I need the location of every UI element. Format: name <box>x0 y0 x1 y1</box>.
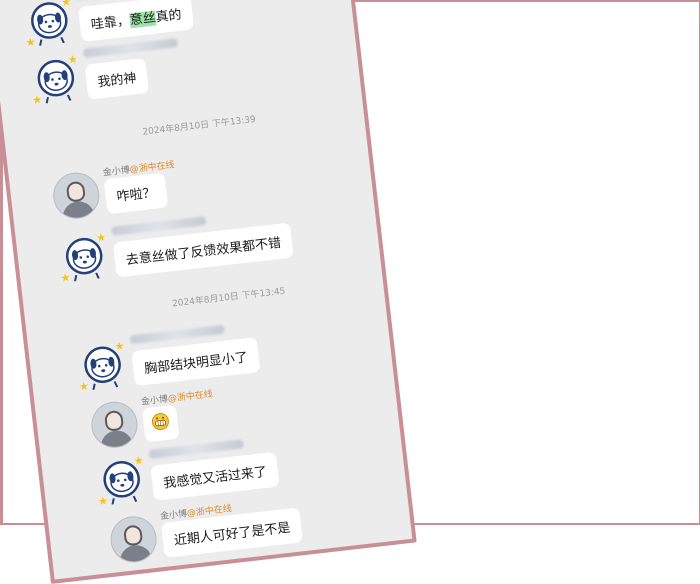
message-text: 真的 <box>155 8 183 26</box>
star-icon: ★ <box>78 380 89 392</box>
timestamp: 2024年8月10日 下午13:45 <box>171 284 286 310</box>
star-icon: ★ <box>61 0 72 8</box>
message-bubble[interactable]: 胸部结块明显小了 <box>131 337 260 386</box>
message-text: 我的神 <box>97 71 137 90</box>
message-text: 哇靠， <box>90 13 130 32</box>
user-avatar[interactable] <box>51 170 102 221</box>
user-avatar[interactable] <box>108 514 159 565</box>
sender-name-blurred <box>83 38 178 58</box>
star-icon: ★ <box>60 272 71 284</box>
star-icon: ★ <box>96 232 107 244</box>
highlighted-text: 意丝 <box>129 11 157 29</box>
sender-tag: @浙中在线 <box>167 389 213 404</box>
sender-name[interactable]: 金小博@浙中在线 <box>140 387 213 408</box>
grinning-face-icon <box>150 412 170 432</box>
message-bubble[interactable]: 咋啦？ <box>104 173 169 215</box>
star-icon: ★ <box>67 54 78 66</box>
message-text: 胸部结块明显小了 <box>144 350 249 377</box>
star-icon: ★ <box>32 94 43 106</box>
message-bubble[interactable] <box>142 405 180 443</box>
chat-screen: ★ ★ 哇靠，意丝真的 ★ ★ 我的神 <box>0 0 417 584</box>
star-icon: ★ <box>114 340 125 352</box>
message-text: 我感觉又活过来了 <box>163 465 268 492</box>
message-bubble[interactable]: 我感觉又活过来了 <box>150 452 279 501</box>
user-avatar[interactable] <box>89 399 140 450</box>
message-text: 去意丝做了反馈效果都不错 <box>125 236 282 269</box>
message-text: 咋啦？ <box>116 186 156 205</box>
timestamp: 2024年8月10日 下午13:39 <box>142 112 257 138</box>
message-bubble[interactable]: 我的神 <box>85 58 150 100</box>
star-icon: ★ <box>25 36 36 48</box>
star-icon: ★ <box>133 455 144 467</box>
message-bubble[interactable]: 哇靠，意丝真的 <box>78 0 194 42</box>
star-icon: ★ <box>97 495 108 507</box>
